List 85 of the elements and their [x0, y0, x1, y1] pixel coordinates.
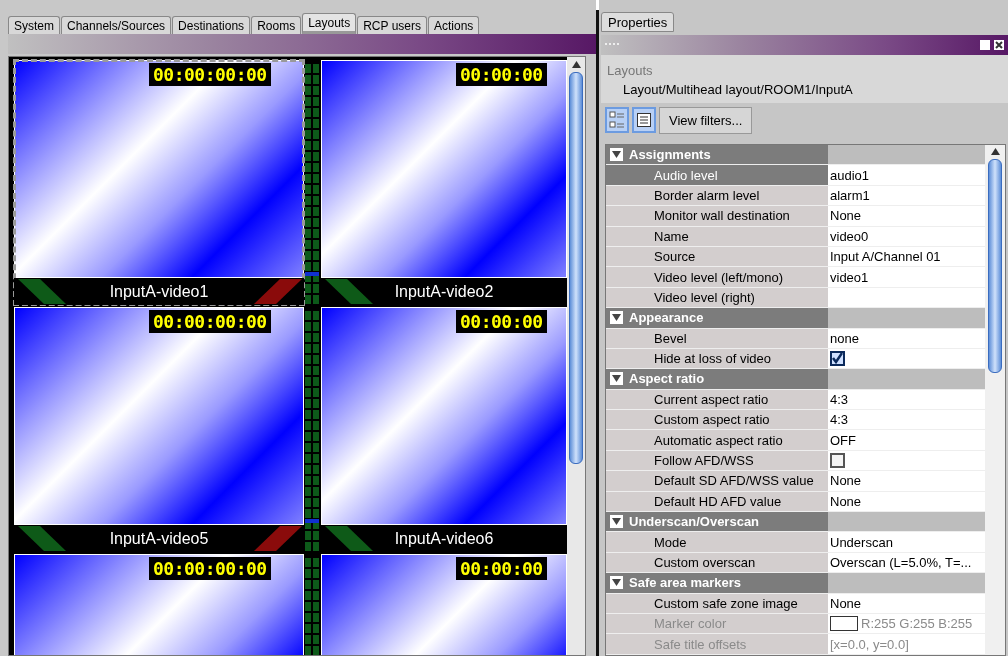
property-label[interactable]: Mode — [606, 532, 828, 552]
property-value: Underscan — [830, 534, 893, 550]
scroll-up-icon[interactable] — [571, 61, 581, 68]
view-filters-button[interactable]: View filters... — [659, 107, 753, 134]
monitor-tile[interactable]: 00:00:00:00 InputA-video1 — [14, 60, 304, 305]
object-path: Layout/Multihead layout/ROOM1/InputA — [622, 82, 854, 97]
collapse-icon[interactable] — [610, 372, 623, 386]
tab[interactable]: Properties — [601, 12, 675, 32]
tab[interactable]: Channels/Sources — [61, 16, 172, 34]
section-header[interactable]: Appearance — [606, 308, 828, 328]
checkbox[interactable] — [830, 453, 845, 469]
property-value: Overscan (L=5.0%, T=... — [830, 555, 972, 570]
property-label[interactable]: Hide at loss of video — [606, 348, 828, 369]
property-value: video0 — [830, 228, 869, 244]
timecode: 00:00:00:00 — [149, 63, 271, 86]
section-title: Appearance — [629, 310, 704, 326]
timecode: 00:00:00 — [456, 557, 547, 580]
property-label[interactable]: Default HD AFD value — [606, 491, 828, 512]
section-title: Assignments — [629, 147, 711, 163]
property-label[interactable]: Current aspect ratio — [606, 389, 828, 410]
color-value: R:255 G:255 B:255 — [861, 616, 973, 632]
tab[interactable]: Rooms — [251, 16, 302, 34]
scrollbar[interactable] — [567, 57, 585, 655]
grip-icon[interactable] — [605, 42, 619, 48]
property-label[interactable]: Custom aspect ratio — [606, 410, 828, 430]
section-title: Underscan/Overscan — [629, 514, 760, 530]
property-label[interactable]: Default SD AFD/WSS value — [606, 471, 828, 491]
property-value: None — [830, 208, 862, 224]
property-value: 4:3 — [830, 391, 849, 407]
property-value: None — [830, 493, 862, 509]
section-header[interactable]: Aspect ratio — [606, 369, 828, 389]
list-view-button[interactable] — [632, 107, 656, 133]
property-label[interactable]: Automatic aspect ratio — [606, 430, 828, 450]
property-label[interactable]: Border alarm level — [606, 185, 828, 206]
property-value: 4:3 — [830, 412, 849, 428]
list-icon — [637, 113, 651, 127]
tab[interactable]: Actions — [427, 16, 480, 34]
timecode: 00:00:00 — [456, 310, 547, 333]
property-label[interactable]: Video level (right) — [606, 287, 828, 308]
monitor-tile[interactable]: 00:00:00:00 — [14, 554, 304, 655]
scroll-up-icon[interactable] — [990, 148, 1000, 155]
section-title: Aspect ratio — [629, 371, 705, 387]
tree-list-icon — [609, 111, 625, 129]
tab[interactable]: System — [8, 16, 60, 34]
collapse-icon[interactable] — [610, 515, 623, 529]
property-label[interactable]: Custom safe zone image — [606, 593, 828, 613]
monitor-tile[interactable]: 00:00:00 InputA-video6 — [321, 307, 567, 552]
tab[interactable]: Layouts — [302, 13, 357, 34]
property-value: None — [830, 473, 862, 489]
property-value: Input A/Channel 01 — [830, 249, 941, 265]
property-label[interactable]: Video level (left/mono) — [606, 267, 828, 287]
property-value: [x=0.0, y=0.0] — [830, 636, 909, 652]
property-label[interactable]: Name — [606, 226, 828, 246]
property-label[interactable]: Monitor wall destination — [606, 206, 828, 226]
property-label[interactable]: Source — [606, 246, 828, 267]
scrollbar[interactable] — [985, 145, 1005, 655]
timecode: 00:00:00:00 — [149, 310, 271, 333]
property-value: OFF — [830, 432, 856, 448]
section-header[interactable]: Safe area markers — [606, 573, 828, 593]
collapse-icon[interactable] — [610, 148, 623, 162]
close-icon[interactable] — [994, 40, 1004, 50]
section-header[interactable]: Assignments — [606, 145, 828, 165]
property-value: alarm1 — [830, 187, 870, 203]
property-value: audio1 — [830, 167, 870, 183]
property-label[interactable]: Bevel — [606, 328, 828, 348]
section-title: Safe area markers — [629, 575, 742, 591]
timecode: 00:00:00 — [456, 63, 547, 86]
property-value: None — [830, 595, 862, 611]
monitor-tile[interactable]: 00:00:00:00 InputA-video5 — [14, 307, 304, 552]
monitor-caption: InputA-video1 — [14, 278, 304, 305]
panel-heading: Layouts — [607, 63, 654, 78]
property-label[interactable]: Custom overscan — [606, 552, 828, 573]
collapse-icon[interactable] — [610, 576, 623, 590]
collapse-icon[interactable] — [610, 311, 623, 325]
monitor-tile[interactable]: 00:00:00 InputA-video2 — [321, 60, 567, 305]
tab[interactable]: RCP users — [357, 16, 427, 34]
monitor-tile[interactable]: 00:00:00 — [321, 554, 567, 655]
property-label[interactable]: Audio level — [606, 165, 828, 185]
property-value: none — [830, 330, 859, 346]
property-value: video1 — [830, 269, 869, 285]
tab[interactable]: Destinations — [172, 16, 251, 34]
property-label[interactable]: Follow AFD/WSS — [606, 450, 828, 471]
section-header[interactable]: Underscan/Overscan — [606, 512, 828, 532]
timecode: 00:00:00:00 — [149, 557, 271, 580]
checkbox[interactable] — [830, 351, 845, 367]
